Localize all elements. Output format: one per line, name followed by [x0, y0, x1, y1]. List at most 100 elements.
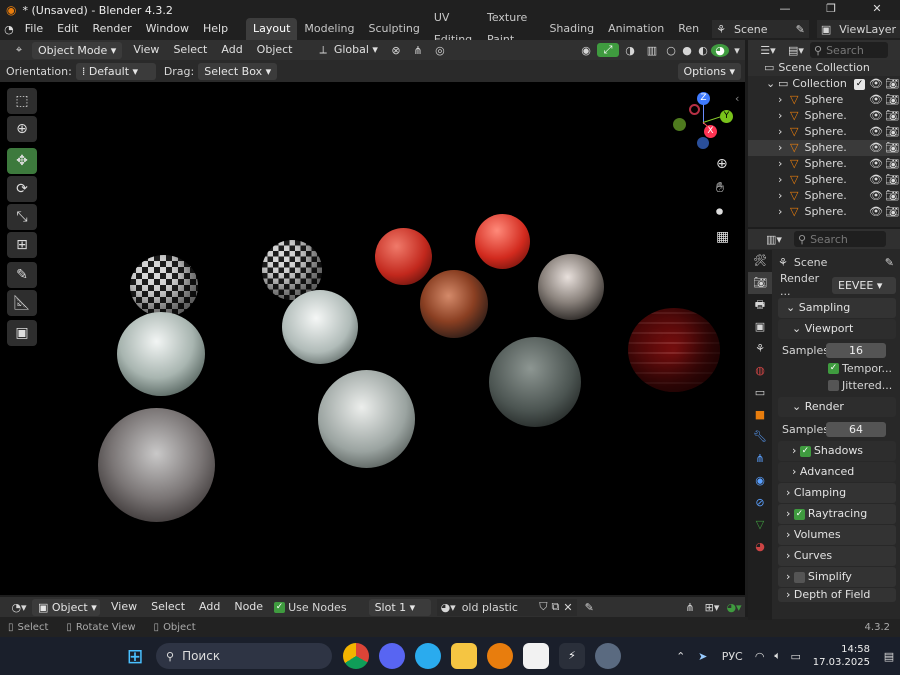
camera-icon[interactable]: 📷︎ — [884, 188, 900, 204]
pin-props-icon[interactable]: ✎ — [885, 256, 894, 269]
curves-panel[interactable]: › Curves — [778, 546, 896, 566]
object-tab-icon[interactable]: ■ — [748, 404, 772, 426]
orientation-dropdown[interactable]: ⁞ Default ▾ — [75, 62, 156, 80]
collection-eye-icon[interactable]: 👁︎ — [868, 76, 884, 92]
sphere-red-1[interactable] — [375, 228, 432, 285]
measure-tool-icon[interactable]: 📐︎ — [7, 290, 37, 316]
outliner-item-sphere[interactable]: › ▽ Sphere. 👁︎ 📷︎ — [748, 140, 900, 156]
modifier-tab-icon[interactable]: 🔧︎ — [748, 426, 772, 448]
eye-icon[interactable]: 👁︎ — [868, 140, 884, 156]
render-subpanel[interactable]: ⌄ Render — [778, 397, 896, 417]
blender-taskbar-icon[interactable] — [487, 643, 513, 669]
maximize-button[interactable]: ❐ — [808, 0, 854, 18]
menu-file[interactable]: File — [18, 18, 50, 40]
sphere-concrete[interactable] — [318, 370, 415, 468]
tab-rendering[interactable]: Ren — [671, 18, 706, 40]
material-shading-icon[interactable]: ◐ — [695, 44, 711, 57]
navigation-gizmo[interactable]: Z Y X — [668, 90, 738, 154]
gizmo-toggle-icon[interactable]: ⤢ — [597, 43, 619, 57]
add-cube-tool-icon[interactable]: ▣ — [7, 320, 37, 346]
close-window-button[interactable]: ✕ — [854, 0, 900, 18]
menu-object[interactable]: Object — [250, 40, 300, 60]
scale-tool-icon[interactable]: ⤡ — [7, 204, 37, 230]
outliner-item-sphere[interactable]: › ▽ Sphere. 👁︎ 📷︎ — [748, 108, 900, 124]
properties-editor-icon[interactable]: ▥▾ — [754, 233, 794, 246]
outliner-item-sphere[interactable]: › ▽ Sphere. 👁︎ 📷︎ — [748, 204, 900, 220]
mode-dropdown[interactable]: Object Mode ▾ — [32, 41, 123, 59]
clock[interactable]: 14:58 17.03.2025 — [813, 643, 870, 669]
telegram-icon[interactable] — [415, 643, 441, 669]
depth-of-field-panel[interactable]: › Depth of Field — [778, 588, 896, 602]
use-nodes-checkbox[interactable]: ✓ Use Nodes — [274, 601, 347, 614]
eye-icon[interactable]: 👁︎ — [868, 188, 884, 204]
zoom-icon[interactable]: ⊕ — [716, 156, 728, 172]
viewport-samples-field[interactable]: 16 — [826, 342, 886, 358]
outliner-item-sphere[interactable]: › ▽ Sphere. 👁︎ 📷︎ — [748, 124, 900, 140]
tray-chevron-icon[interactable]: ⌃ — [670, 650, 692, 663]
transform-orientation-dropdown[interactable]: Global ▾ — [327, 40, 385, 60]
drag-dropdown[interactable]: Select Box ▾ — [198, 62, 278, 80]
options-dropdown[interactable]: Options ▾ — [677, 62, 741, 80]
notification-icon[interactable]: ▤ — [878, 650, 900, 663]
sphere-rust[interactable] — [420, 270, 488, 338]
eye-icon[interactable]: 👁︎ — [868, 108, 884, 124]
jittered-checkbox[interactable]: Jittered... — [774, 377, 900, 394]
render-samples-field[interactable]: 64 — [826, 421, 886, 437]
view-layer-selector[interactable]: ▣ ViewLayer — [816, 20, 900, 38]
collection-camera-icon[interactable]: 📷︎ — [884, 76, 900, 92]
eye-icon[interactable]: 👁︎ — [868, 92, 884, 108]
cursor-tool-icon[interactable]: ⊕ — [7, 116, 37, 142]
slot-dropdown[interactable]: Slot 1 ▾ — [368, 598, 431, 616]
move-tool-icon[interactable]: ✥ — [7, 148, 37, 174]
collection-exclude-checkbox[interactable]: ✓ — [854, 78, 865, 90]
taskbar-search[interactable]: ⚲ Поиск — [156, 643, 332, 669]
raytracing-panel[interactable]: › ✓ Raytracing — [778, 504, 896, 524]
menu-window[interactable]: Window — [139, 18, 196, 40]
sphere-granite[interactable] — [98, 408, 215, 522]
shader-menu-select[interactable]: Select — [144, 597, 192, 617]
shader-menu-add[interactable]: Add — [192, 597, 227, 617]
sphere-metal[interactable] — [538, 254, 604, 320]
world-tab-icon[interactable]: ◍ — [748, 360, 772, 382]
pin-icon[interactable]: ✎ — [796, 23, 805, 36]
eye-icon[interactable]: 👁︎ — [868, 124, 884, 140]
collection-tab-icon[interactable]: ▭ — [748, 382, 772, 404]
scene-tab-icon[interactable]: ⚘ — [748, 338, 772, 360]
data-tab-icon[interactable]: ▽ — [748, 514, 772, 536]
sphere-plaster-2[interactable] — [282, 290, 358, 364]
menu-render[interactable]: Render — [85, 18, 138, 40]
tab-layout[interactable]: Layout — [246, 18, 298, 40]
eye-icon[interactable]: 👁︎ — [868, 156, 884, 172]
menu-help[interactable]: Help — [196, 18, 235, 40]
outliner-item-sphere[interactable]: › ▽ Sphere. 👁︎ 📷︎ — [748, 188, 900, 204]
tab-shading[interactable]: Shading — [542, 18, 601, 40]
sphere-checker-1[interactable] — [130, 255, 198, 317]
scene-collection-row[interactable]: ▭ Scene Collection — [748, 60, 900, 76]
fake-user-icon[interactable]: ⛉ — [539, 600, 547, 614]
snap-shader-icon[interactable]: ⋔ — [679, 601, 701, 614]
transform-tool-icon[interactable]: ⊞ — [7, 232, 37, 258]
windows-start-icon[interactable]: ⊞ — [120, 644, 150, 668]
rendered-shading-icon[interactable]: ◕ — [711, 43, 729, 57]
discord-icon[interactable] — [379, 643, 405, 669]
render-engine-dropdown[interactable]: EEVEE ▾ — [832, 276, 896, 294]
menu-edit[interactable]: Edit — [50, 18, 85, 40]
camera-icon[interactable]: 📷︎ — [884, 140, 900, 156]
outliner-item-sphere[interactable]: › ▽ Sphere 👁︎ 📷︎ — [748, 92, 900, 108]
camera-icon[interactable]: 📷︎ — [884, 108, 900, 124]
outliner-item-sphere[interactable]: › ▽ Sphere. 👁︎ 📷︎ — [748, 172, 900, 188]
select-box-tool-icon[interactable]: ⬚ — [7, 88, 37, 114]
camera-icon[interactable]: 📷︎ — [884, 124, 900, 140]
camera-icon[interactable]: 📷︎ — [884, 172, 900, 188]
notes-app-icon[interactable] — [523, 643, 549, 669]
shading-options-icon[interactable]: ▾ — [729, 44, 745, 57]
lightning-app-icon[interactable]: ⚡ — [559, 643, 585, 669]
overlay-shader-icon[interactable]: ⊞▾ — [701, 601, 723, 614]
wireframe-shading-icon[interactable]: ○ — [663, 44, 679, 57]
annotate-tool-icon[interactable]: ✎ — [7, 262, 37, 288]
viewport-subpanel[interactable]: ⌄ Viewport — [778, 319, 896, 339]
simplify-panel[interactable]: › Simplify — [778, 567, 896, 587]
perspective-toggle-icon[interactable]: ▦ — [716, 229, 729, 245]
properties-search[interactable]: ⚲ Search — [794, 231, 886, 247]
shader-type-dropdown[interactable]: ▣ Object ▾ — [32, 598, 100, 616]
